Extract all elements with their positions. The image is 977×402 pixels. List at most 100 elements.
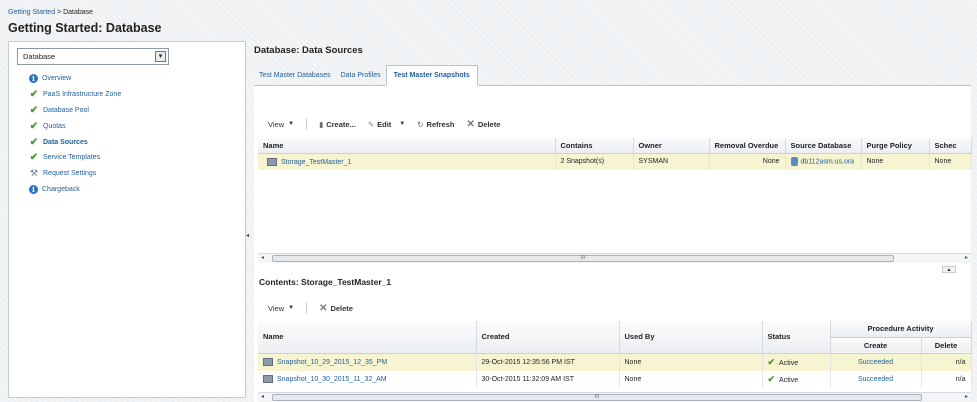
- sidebar: Database ▾ i Overview ✔ PaaS Infrastruct…: [8, 41, 246, 398]
- check-icon: ✔: [29, 120, 39, 132]
- source-database-link[interactable]: db112asm.us.ora: [801, 159, 855, 166]
- status-text: Active: [779, 359, 799, 367]
- column-header-create[interactable]: Create: [830, 337, 922, 354]
- check-icon: ✔: [767, 373, 776, 384]
- sidebar-item-service-templates[interactable]: ✔ Service Templates: [29, 150, 121, 166]
- table-row[interactable]: Snapshot_10_29_2015_12_35_PM 29-Oct-2015…: [258, 353, 972, 371]
- delete-label: Delete: [330, 303, 353, 313]
- owner-cell: SYSMAN: [633, 153, 710, 170]
- tab-data-profiles[interactable]: Data Profiles: [336, 72, 386, 85]
- sidebar-item-database-pool[interactable]: ✔ Database Pool: [29, 103, 121, 119]
- snapshot-icon: [263, 358, 273, 366]
- check-icon: ✔: [29, 152, 39, 164]
- sidebar-item-label: Request Settings: [43, 170, 97, 178]
- sidebar-item-data-sources[interactable]: ✔ Data Sources: [29, 134, 121, 150]
- breadcrumb: Getting Started > Database: [8, 9, 93, 16]
- column-header-source-database[interactable]: Source Database: [785, 138, 862, 154]
- create-button[interactable]: ▮ Create...: [319, 120, 356, 129]
- column-header-purge-policy[interactable]: Purge Policy: [861, 138, 930, 154]
- storage-icon: [267, 157, 277, 166]
- sidebar-item-request-settings[interactable]: ⚒ Request Settings: [29, 166, 121, 182]
- scrollbar-thumb[interactable]: III: [272, 394, 922, 401]
- column-header-removal-overdue[interactable]: Removal Overdue: [709, 138, 786, 154]
- used-by-cell: None: [619, 370, 763, 388]
- contents-table: Name Created Used By Status Procedure Ac…: [258, 321, 972, 388]
- snapshot-icon: [263, 375, 273, 383]
- sidebar-item-chargeback[interactable]: i Chargeback: [29, 182, 121, 198]
- check-icon: ✔: [29, 89, 39, 101]
- edit-label: Edit: [377, 119, 392, 129]
- status-cell: ✔ Active: [762, 370, 831, 388]
- create-activity-link[interactable]: Succeeded: [858, 359, 893, 366]
- contains-cell: 2 Snapshot(s): [555, 153, 634, 170]
- column-header-status[interactable]: Status: [762, 321, 831, 354]
- column-header-contains[interactable]: Contains: [555, 138, 634, 154]
- horizontal-scrollbar[interactable]: ◂ III ▸: [258, 392, 971, 402]
- check-icon: ✔: [29, 104, 39, 116]
- table-header-row: Name Created Used By Status Procedure Ac…: [258, 321, 972, 354]
- table-header-row: Name Contains Owner Removal Overdue Sour…: [258, 138, 972, 154]
- column-header-name[interactable]: Name: [258, 138, 556, 154]
- purge-policy-cell: None: [861, 153, 930, 170]
- column-header-used-by[interactable]: Used By: [619, 321, 763, 354]
- caret-down-icon: ▼: [399, 121, 406, 127]
- source-database-cell: db112asm.us.ora: [785, 153, 862, 170]
- horizontal-scrollbar[interactable]: ◂ III ▸: [258, 253, 971, 263]
- sidebar-item-label: Overview: [42, 75, 72, 83]
- tab-test-master-databases[interactable]: Test Master Databases: [254, 72, 336, 85]
- view-menu-button[interactable]: View ▼: [268, 120, 294, 129]
- delete-activity-cell: n/a: [921, 370, 972, 388]
- dropdown-arrow-icon[interactable]: ▾: [155, 51, 166, 62]
- create-label: Create...: [326, 119, 356, 129]
- table-row[interactable]: Storage_TestMaster_1 2 Snapshot(s) SYSMA…: [258, 153, 972, 170]
- breadcrumb-parent-link[interactable]: Getting Started: [8, 9, 55, 16]
- sidebar-nav: i Overview ✔ PaaS Infrastructure Zone ✔ …: [29, 71, 121, 197]
- column-header-created[interactable]: Created: [476, 321, 620, 354]
- info-icon: i: [29, 74, 38, 84]
- delete-x-icon: ✕: [319, 302, 328, 314]
- column-header-schedule[interactable]: Schec: [929, 138, 972, 154]
- delete-button[interactable]: ✕ Delete: [319, 303, 353, 314]
- delete-button[interactable]: ✕ Delete: [466, 119, 500, 130]
- check-icon: ✔: [29, 136, 39, 148]
- refresh-button[interactable]: ↻ Refresh: [417, 120, 454, 129]
- snapshot-link[interactable]: Snapshot_10_30_2015_11_32_AM: [277, 376, 387, 383]
- caret-down-icon: ▼: [288, 305, 295, 311]
- scrollbar-thumb[interactable]: III: [272, 255, 894, 262]
- column-header-procedure-activity: Procedure Activity: [830, 321, 972, 338]
- sidebar-item-quotas[interactable]: ✔ Quotas: [29, 118, 121, 134]
- table-row[interactable]: Snapshot_10_30_2015_11_32_AM 30-Oct-2015…: [258, 370, 972, 388]
- removal-overdue-cell: None: [709, 153, 786, 170]
- scroll-left-icon[interactable]: ◂: [261, 254, 264, 261]
- section-select[interactable]: Database ▾: [17, 48, 169, 65]
- edit-button[interactable]: ✎ Edit ▼: [368, 120, 405, 129]
- created-cell: 29-Oct-2015 12:35:56 PM IST: [476, 353, 620, 371]
- delete-x-icon: ✕: [466, 118, 475, 130]
- caret-down-icon: ▼: [288, 121, 295, 127]
- view-menu-button[interactable]: View ▼: [268, 304, 294, 313]
- contents-title: Contents: Storage_TestMaster_1: [259, 277, 392, 287]
- column-header-delete[interactable]: Delete: [921, 337, 972, 354]
- create-activity-link[interactable]: Succeeded: [858, 376, 893, 383]
- tab-test-master-snapshots[interactable]: Test Master Snapshots: [385, 65, 478, 86]
- storage-link[interactable]: Storage_TestMaster_1: [281, 159, 351, 166]
- refresh-label: Refresh: [426, 119, 455, 129]
- status-cell: ✔ Active: [762, 353, 831, 371]
- scroll-right-icon[interactable]: ▸: [965, 393, 968, 400]
- view-label: View: [268, 119, 285, 129]
- snapshots-toolbar: View ▼ ▮ Create... ✎ Edit ▼ ↻ Refresh ✕ De…: [268, 118, 512, 130]
- column-header-name[interactable]: Name: [258, 321, 477, 354]
- name-cell: Storage_TestMaster_1: [258, 153, 556, 170]
- sidebar-item-paas-infrastructure-zone[interactable]: ✔ PaaS Infrastructure Zone: [29, 87, 121, 103]
- column-header-owner[interactable]: Owner: [633, 138, 710, 154]
- scroll-right-icon[interactable]: ▸: [965, 254, 968, 261]
- scroll-left-icon[interactable]: ◂: [261, 393, 264, 400]
- collapse-sidebar-icon[interactable]: ◂: [246, 232, 251, 246]
- sidebar-item-overview[interactable]: i Overview: [29, 71, 121, 87]
- sidebar-item-label: Service Templates: [43, 154, 101, 162]
- main-title: Database: Data Sources: [254, 45, 363, 56]
- tab-bar: Test Master Databases Data Profiles Test…: [254, 64, 971, 86]
- section-select-value: Database: [23, 52, 56, 61]
- collapse-detail-icon[interactable]: ▲: [942, 266, 956, 273]
- snapshot-link[interactable]: Snapshot_10_29_2015_12_35_PM: [277, 359, 387, 366]
